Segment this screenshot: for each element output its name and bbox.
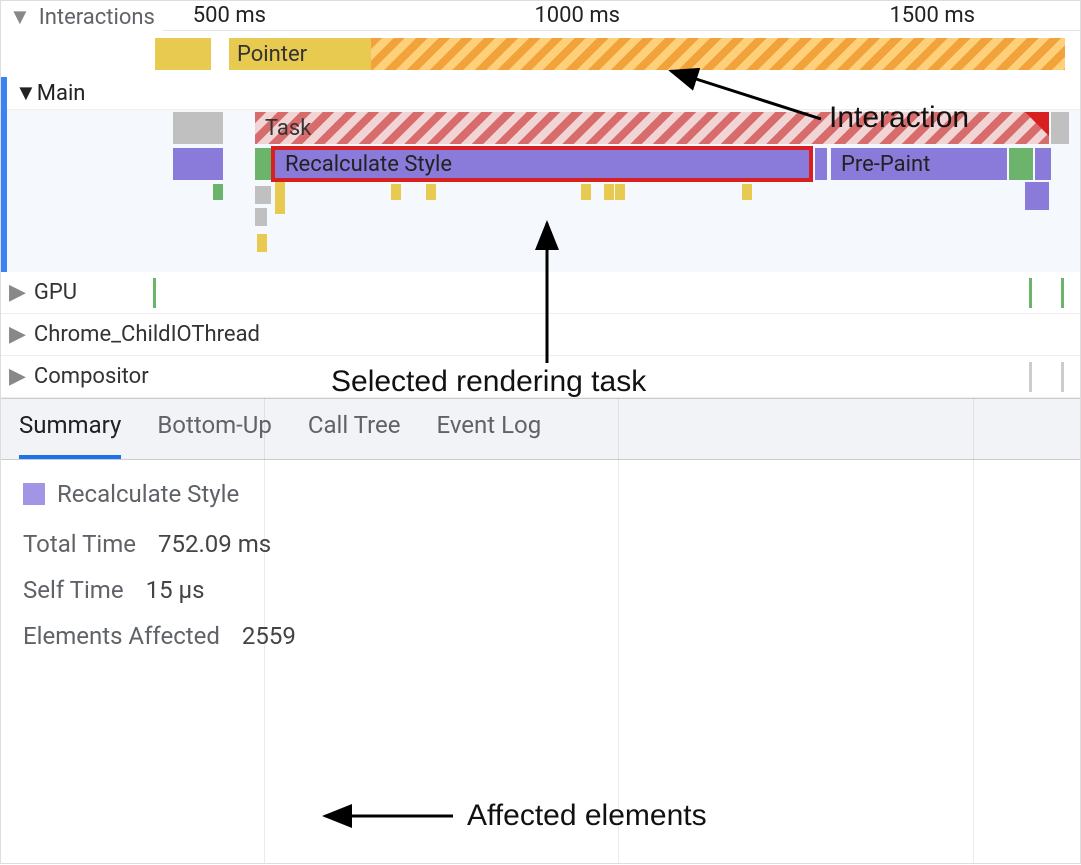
track-label-interactions: Interactions [39,5,155,30]
interaction-stub[interactable] [155,38,211,70]
tiny-bar[interactable] [604,184,614,200]
tiny-bar[interactable] [581,184,591,200]
task-bar-long[interactable]: Task [255,112,1049,144]
pointer-label: Pointer [237,42,307,67]
compositor-track[interactable]: ▶ Compositor [1,356,1080,398]
summary-panel: Recalculate Style Total Time 752.09 ms S… [1,460,1080,688]
tab-bottom-up[interactable]: Bottom-Up [157,411,272,447]
tiny-bar[interactable] [391,184,401,200]
interaction-long-bar[interactable] [371,38,1065,70]
track-label-compositor: Compositor [34,364,149,389]
purple-bar[interactable] [1035,148,1051,180]
elements-affected-value: 2559 [242,622,296,650]
tiny-bar[interactable] [742,184,752,200]
ruler-tick: 500 ms [193,3,274,28]
main-thread-track[interactable]: ▼ Main Task Recalculate Style Pre-Paint [1,77,1080,272]
task-bar-small[interactable] [173,112,223,144]
chevron-right-icon: ▶ [9,322,26,347]
track-label-gpu: GPU [34,280,77,305]
annotation-affected-elements: Affected elements [467,799,707,833]
grey-bar[interactable] [255,208,267,226]
task-label: Task [265,116,311,141]
long-task-indicator-icon [1025,112,1049,136]
track-label-main: Main [37,81,86,106]
sliver[interactable] [1061,362,1064,392]
style-bar-small[interactable] [173,148,223,180]
tiny-bar[interactable] [213,184,223,200]
tab-event-log[interactable]: Event Log [436,411,541,447]
green-bar[interactable] [255,148,271,180]
interactions-lane[interactable]: Pointer [1,31,1080,77]
pointer-interaction-bar[interactable]: Pointer [229,38,371,70]
prepaint-label: Pre-Paint [841,152,930,177]
tiny-bar[interactable] [257,234,267,252]
chevron-down-icon: ▼ [15,80,37,106]
ruler-tick: 1500 ms [889,3,983,28]
chevron-right-icon: ▶ [9,280,26,305]
self-time-label: Self Time [23,576,124,604]
sliver[interactable] [1029,362,1032,392]
track-label-childio: Chrome_ChildIOThread [34,322,260,347]
task-bar-end[interactable] [1051,112,1069,144]
details-tabs: Summary Bottom-Up Call Tree Event Log [1,398,1080,460]
time-ruler: ▼ Interactions 500 ms 1000 ms 1500 ms [1,1,1080,31]
tiny-bar[interactable] [426,184,436,200]
purple-bar[interactable] [1025,182,1049,210]
color-swatch [23,483,45,505]
childio-track[interactable]: ▶ Chrome_ChildIOThread [1,314,1080,356]
sliver[interactable] [153,278,156,308]
ruler-tick: 1000 ms [534,3,628,28]
tab-call-tree[interactable]: Call Tree [308,411,401,447]
pre-paint-bar[interactable]: Pre-Paint [831,148,1007,180]
purple-bar[interactable] [815,148,827,180]
total-time-value: 752.09 ms [158,530,271,558]
tiny-bar[interactable] [615,184,625,200]
summary-title: Recalculate Style [57,480,239,508]
grey-bar[interactable] [255,186,271,204]
chevron-down-icon: ▼ [9,4,31,30]
self-time-value: 15 µs [146,576,205,604]
gpu-track[interactable]: ▶ GPU [1,272,1080,314]
selection-highlight [271,146,813,182]
total-time-label: Total Time [23,530,136,558]
chevron-right-icon: ▶ [9,364,26,389]
elements-affected-label: Elements Affected [23,622,220,650]
sliver[interactable] [1061,278,1064,308]
sliver[interactable] [1029,278,1032,308]
tab-summary[interactable]: Summary [19,411,121,459]
green-bar[interactable] [1009,148,1033,180]
